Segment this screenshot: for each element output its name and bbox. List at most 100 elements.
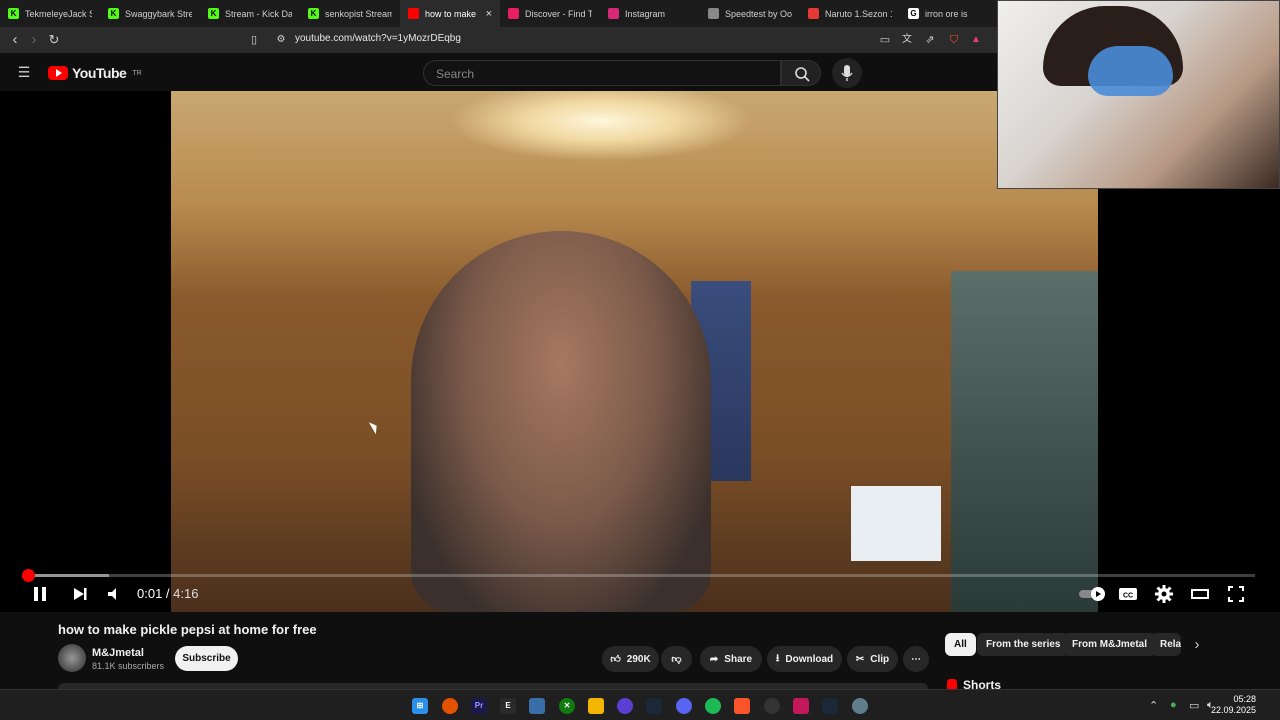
app-icon-1[interactable] (442, 698, 458, 714)
network-icon[interactable]: ▭ (1189, 699, 1199, 712)
browser-tab[interactable]: Girron ore is (900, 0, 1000, 27)
share-button[interactable]: ➦ Share (700, 646, 762, 672)
settings-button[interactable] (1154, 584, 1174, 604)
menu-icon[interactable]: ☰ (15, 63, 33, 81)
tab-title: how to make (425, 8, 477, 19)
settings-app-icon[interactable] (852, 698, 868, 714)
site-info-icon[interactable]: ⚙ (272, 31, 290, 49)
subscriber-count: 81.1K subscribers (92, 661, 165, 671)
browser-tab[interactable]: Speedtest by Ookla (700, 0, 800, 27)
share-label: Share (724, 653, 753, 665)
chip-scroll-right-icon[interactable]: › (1188, 636, 1206, 654)
chip-related[interactable]: Rela (1151, 633, 1181, 656)
dislike-button[interactable]: 👎︎ (661, 646, 692, 672)
clip-button[interactable]: ✂ Clip (847, 646, 898, 672)
channel-avatar[interactable] (58, 644, 86, 672)
tray-mic-icon[interactable]: ● (1170, 699, 1177, 711)
video-frame[interactable] (171, 91, 1098, 612)
brave-icon[interactable] (734, 698, 750, 714)
browser-tab[interactable]: Discover - Find Top (500, 0, 600, 27)
tray-overflow-icon[interactable]: ⌃ (1149, 699, 1158, 712)
app-icon-3[interactable] (617, 698, 633, 714)
thumbs-up-icon: 👍︎ (610, 654, 621, 665)
browser-tab[interactable]: K TekmeleyeJack Strea (0, 0, 100, 27)
chip-from-channel[interactable]: From M&Jmetal (1063, 633, 1157, 656)
browser-toolbar: ‹ › ↻ ▯ ⚙ youtube.com/watch?v=1yMozrDEqb… (0, 27, 1000, 53)
time-display: 0:01 / 4:16 (137, 586, 198, 601)
tab-favicon-icon (708, 8, 719, 19)
windows-start-icon[interactable]: ⊞ (412, 698, 428, 714)
captions-button[interactable]: CC (1118, 584, 1138, 604)
xbox-icon[interactable]: ✕ (559, 698, 575, 714)
windows-taskbar: ⊞ Pr E ✕ ⌃ ● ▭ 🔈︎ 05:28 22.09.2025 (0, 689, 1280, 720)
captions-icon: CC (1119, 588, 1137, 600)
theater-icon (1191, 589, 1209, 599)
browser-tab[interactable]: how to make × (400, 0, 500, 27)
subscribe-button[interactable]: Subscribe (175, 646, 238, 671)
system-clock[interactable]: 05:28 22.09.2025 (1211, 694, 1256, 716)
more-icon: ⋯ (911, 653, 921, 665)
tab-title: irron ore is (925, 8, 968, 19)
voice-search-button[interactable] (832, 58, 862, 88)
browser-tab[interactable]: K Stream - Kick Dashb (200, 0, 300, 27)
tab-favicon-icon: K (108, 8, 119, 19)
scrubber-handle[interactable] (21, 569, 35, 582)
time-separator: / (162, 586, 174, 601)
microphone-icon (841, 65, 853, 81)
tab-title: senkopist Stream - (325, 8, 392, 19)
clip-label: Clip (870, 653, 890, 665)
close-tab-icon[interactable]: × (486, 8, 492, 20)
search-button[interactable] (781, 60, 821, 86)
tab-favicon-icon (808, 8, 819, 19)
youtube-play-icon (48, 66, 68, 80)
like-button[interactable]: 👍︎ 290K (602, 646, 659, 672)
video-title: how to make pickle pepsi at home for fre… (58, 622, 317, 637)
forward-icon[interactable]: › (25, 31, 43, 49)
next-button[interactable] (70, 584, 90, 604)
video-box-detail (851, 486, 941, 561)
premiere-icon[interactable]: Pr (471, 698, 487, 714)
brave-rewards-icon[interactable]: ▲ (967, 31, 985, 49)
epic-games-icon[interactable]: E (500, 698, 516, 714)
progress-bar[interactable] (21, 569, 1255, 582)
translate-icon[interactable]: 文 (898, 31, 916, 49)
app-icon-2[interactable] (529, 698, 545, 714)
reload-icon[interactable]: ↻ (45, 31, 63, 49)
tab-title: Speedtest by Ookla (725, 8, 792, 19)
browser-tab[interactable]: Instagram (600, 0, 700, 27)
fullscreen-button[interactable] (1226, 584, 1246, 604)
youtube-header: ☰ YouTube TR Search (0, 53, 1000, 91)
region-code: TR (132, 69, 142, 77)
download-button[interactable]: ⭳ Download (767, 646, 842, 672)
browser-tab-strip: KTekmeleyeJack StreaKSwaggybark StreamKS… (0, 0, 1000, 27)
more-actions-button[interactable]: ⋯ (903, 646, 929, 672)
pause-button[interactable] (30, 584, 50, 604)
volume-button[interactable] (104, 584, 124, 604)
search-input[interactable]: Search (423, 60, 781, 86)
bookmark-icon[interactable]: ▯ (245, 31, 263, 49)
cast-icon[interactable]: ▭ (876, 31, 894, 49)
tab-title: Stream - Kick Dashb (225, 8, 292, 19)
brave-shield-icon[interactable]: ⛉ (945, 31, 963, 49)
webcam-overlay (997, 0, 1280, 189)
youtube-logo[interactable]: YouTube TR (48, 65, 142, 81)
svg-text:CC: CC (1123, 593, 1133, 600)
back-icon[interactable]: ‹ (6, 31, 24, 49)
share-page-icon[interactable]: ⇗ (921, 31, 939, 49)
file-explorer-icon[interactable] (588, 698, 604, 714)
autoplay-toggle[interactable] (1078, 584, 1108, 604)
channel-name[interactable]: M&Jmetal (92, 647, 144, 659)
address-bar[interactable]: youtube.com/watch?v=1yMozrDEqbg (295, 33, 461, 44)
chip-from-series[interactable]: From the series (977, 633, 1070, 656)
steam-icon[interactable] (646, 698, 662, 714)
discord-icon[interactable] (676, 698, 692, 714)
browser-tab[interactable]: Ksenkopist Stream - (300, 0, 400, 27)
steam-icon-2[interactable] (822, 698, 838, 714)
app-icon-5[interactable] (793, 698, 809, 714)
chip-all[interactable]: All (945, 633, 976, 656)
app-icon-4[interactable] (764, 698, 780, 714)
theater-mode-button[interactable] (1190, 584, 1210, 604)
browser-tab[interactable]: K Swaggybark Stream (100, 0, 200, 27)
spotify-icon[interactable] (705, 698, 721, 714)
browser-tab[interactable]: Naruto 1.Sezon 14. (800, 0, 900, 27)
